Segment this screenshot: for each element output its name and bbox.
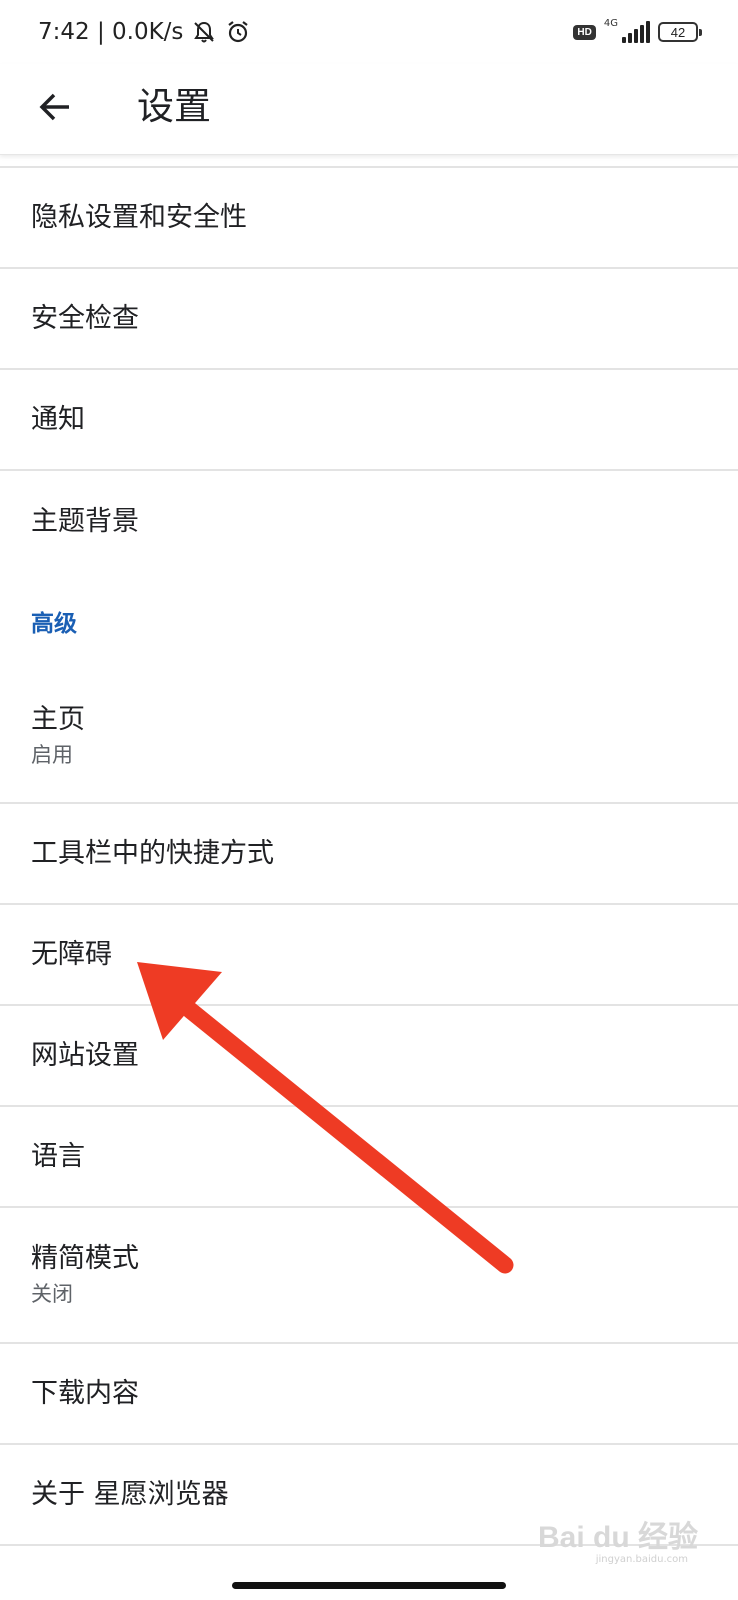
home-indicator[interactable] [232,1582,506,1589]
settings-item-accessibility[interactable]: 无障碍 [0,905,738,1006]
watermark-brand: Bai du 经验 [537,1521,698,1554]
settings-item-languages[interactable]: 语言 [0,1107,738,1208]
mute-notification-icon [191,19,217,45]
settings-item-summary: 关闭 [31,1282,73,1306]
settings-item-site-settings[interactable]: 网站设置 [0,1006,738,1107]
settings-item-label: 下载内容 [31,1377,139,1409]
settings-item-label: 通知 [31,403,85,435]
watermark-url: jingyan.baidu.com [595,1554,688,1565]
hd-badge: HD [573,24,596,40]
settings-item-lite-mode[interactable]: 精简模式 关闭 [0,1208,738,1344]
settings-item-label: 无障碍 [31,938,112,970]
page-title: 设置 [137,85,211,128]
signal-strength-icon [622,21,650,43]
settings-item-label: 精简模式 [31,1243,139,1274]
battery-level: 42 [670,24,686,40]
status-left: 7:42 | 0.0K/s [38,19,251,45]
settings-item-notifications[interactable]: 通知 [0,370,738,471]
back-button[interactable] [30,84,80,134]
settings-item-label: 语言 [31,1140,85,1172]
settings-item-safety-check[interactable]: 安全检查 [0,269,738,370]
settings-item-homepage[interactable]: 主页 启用 [0,670,738,804]
arrow-left-icon [38,90,72,128]
settings-item-label: 主页 [31,704,85,735]
settings-item-toolbar-shortcut[interactable]: 工具栏中的快捷方式 [0,804,738,905]
battery-icon: 42 [658,22,702,42]
settings-item-label: 主题背景 [31,505,139,537]
status-right: HD 4G 42 [573,18,702,43]
settings-item-label: 工具栏中的快捷方式 [31,837,274,869]
settings-item-downloads[interactable]: 下载内容 [0,1344,738,1445]
settings-item-label: 关于 星愿浏览器 [31,1478,229,1510]
settings-list: 隐私设置和安全性 安全检查 通知 主题背景 高级 主页 启用 工具栏中的快捷方式… [0,168,738,1546]
app-bar: 设置 [0,64,738,155]
settings-item-summary: 启用 [31,743,73,767]
settings-item-privacy-security[interactable]: 隐私设置和安全性 [0,168,738,269]
baidu-watermark: Bai du 经验 [538,1512,698,1556]
settings-item-theme[interactable]: 主题背景 [0,471,738,572]
section-header-advanced: 高级 [31,611,77,637]
settings-item-label: 网站设置 [31,1039,139,1071]
settings-item-label: 安全检查 [31,302,139,334]
status-bar: 7:42 | 0.0K/s HD 4G 42 [0,0,738,64]
status-time-speed: 7:42 | 0.0K/s [38,19,184,45]
alarm-icon [225,19,251,45]
settings-item-label: 隐私设置和安全性 [31,201,247,233]
network-type: 4G [603,18,618,29]
